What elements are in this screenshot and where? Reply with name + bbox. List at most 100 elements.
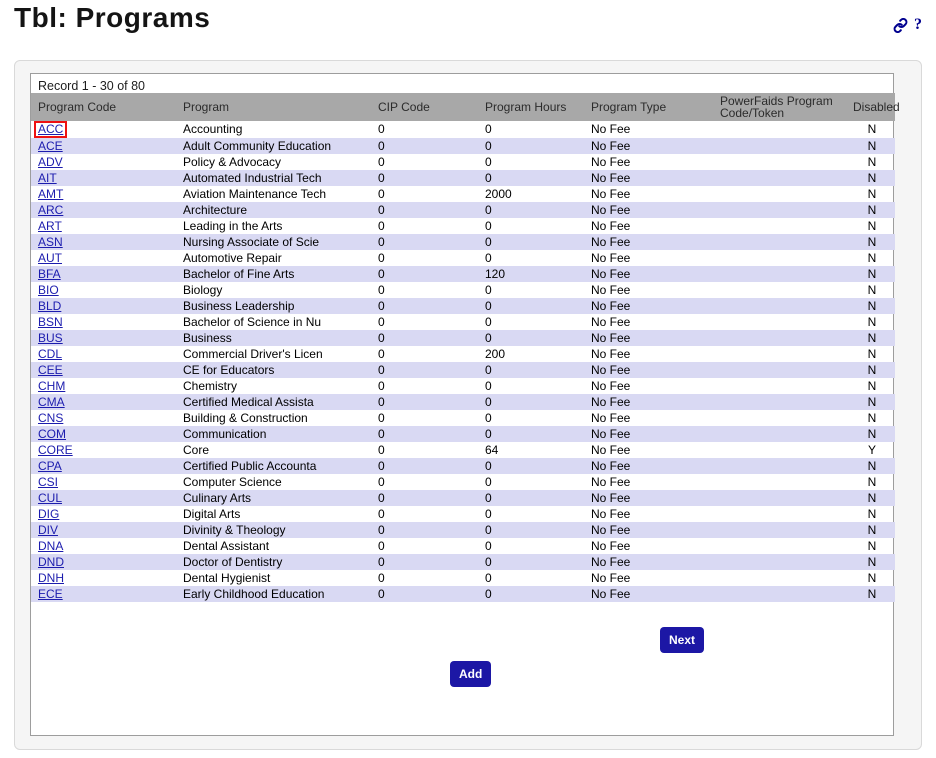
program-code-link[interactable]: DNH bbox=[38, 571, 64, 585]
add-button[interactable]: Add bbox=[450, 661, 491, 687]
next-button[interactable]: Next bbox=[660, 627, 704, 653]
cell-cip: 0 bbox=[371, 442, 478, 458]
cell-hours: 2000 bbox=[478, 186, 584, 202]
program-code-link[interactable]: ASN bbox=[38, 235, 63, 249]
program-code-link[interactable]: COM bbox=[38, 427, 66, 441]
help-icon[interactable]: ? bbox=[914, 16, 922, 34]
cell-hours: 0 bbox=[478, 298, 584, 314]
cell-cip: 0 bbox=[371, 121, 478, 138]
program-code-link[interactable]: CMA bbox=[38, 395, 65, 409]
cell-program: Bachelor of Science in Nu bbox=[176, 314, 371, 330]
cell-disabled: N bbox=[846, 506, 895, 522]
cell-powerfaids bbox=[713, 426, 846, 442]
cell-disabled: N bbox=[846, 490, 895, 506]
cell-code: CUL bbox=[31, 490, 176, 506]
program-code-link[interactable]: ADV bbox=[38, 155, 63, 169]
cell-hours: 0 bbox=[478, 330, 584, 346]
cell-program: Culinary Arts bbox=[176, 490, 371, 506]
cell-powerfaids bbox=[713, 570, 846, 586]
cell-program: Biology bbox=[176, 282, 371, 298]
cell-powerfaids bbox=[713, 154, 846, 170]
program-code-link[interactable]: DIV bbox=[38, 523, 58, 537]
table-row: CDLCommercial Driver's Licen0200No FeeN bbox=[31, 346, 895, 362]
program-code-link[interactable]: ECE bbox=[38, 587, 63, 601]
program-code-link[interactable]: BSN bbox=[38, 315, 63, 329]
program-code-link[interactable]: AIT bbox=[38, 171, 57, 185]
cell-program: Digital Arts bbox=[176, 506, 371, 522]
program-code-link[interactable]: BFA bbox=[38, 267, 61, 281]
program-code-link[interactable]: CUL bbox=[38, 491, 62, 505]
cell-type: No Fee bbox=[584, 282, 713, 298]
cell-disabled: N bbox=[846, 458, 895, 474]
program-code-link[interactable]: CHM bbox=[38, 379, 65, 393]
cell-hours: 0 bbox=[478, 538, 584, 554]
cell-program: Policy & Advocacy bbox=[176, 154, 371, 170]
cell-code: ACC bbox=[31, 121, 176, 138]
cell-hours: 0 bbox=[478, 410, 584, 426]
cell-code: BSN bbox=[31, 314, 176, 330]
program-code-link[interactable]: CSI bbox=[38, 475, 58, 489]
cell-type: No Fee bbox=[584, 570, 713, 586]
program-code-link[interactable]: ACC bbox=[38, 122, 63, 136]
cell-type: No Fee bbox=[584, 458, 713, 474]
cell-hours: 0 bbox=[478, 202, 584, 218]
program-code-link[interactable]: AMT bbox=[38, 187, 63, 201]
cell-program: CE for Educators bbox=[176, 362, 371, 378]
cell-powerfaids bbox=[713, 218, 846, 234]
cell-powerfaids bbox=[713, 186, 846, 202]
program-code-link[interactable]: DND bbox=[38, 555, 64, 569]
cell-disabled: N bbox=[846, 170, 895, 186]
cell-code: CMA bbox=[31, 394, 176, 410]
cell-type: No Fee bbox=[584, 186, 713, 202]
cell-type: No Fee bbox=[584, 170, 713, 186]
cell-hours: 0 bbox=[478, 570, 584, 586]
program-code-link[interactable]: CORE bbox=[38, 443, 73, 457]
cell-hours: 0 bbox=[478, 586, 584, 602]
program-code-link[interactable]: ARC bbox=[38, 203, 63, 217]
cell-disabled: N bbox=[846, 234, 895, 250]
cell-disabled: N bbox=[846, 202, 895, 218]
cell-code: BFA bbox=[31, 266, 176, 282]
cell-powerfaids bbox=[713, 522, 846, 538]
cell-powerfaids bbox=[713, 394, 846, 410]
program-code-link[interactable]: BLD bbox=[38, 299, 61, 313]
cell-cip: 0 bbox=[371, 186, 478, 202]
table-row: DIGDigital Arts00No FeeN bbox=[31, 506, 895, 522]
program-code-link[interactable]: CNS bbox=[38, 411, 63, 425]
cell-cip: 0 bbox=[371, 138, 478, 154]
program-code-link[interactable]: DNA bbox=[38, 539, 63, 553]
cell-program: Building & Construction bbox=[176, 410, 371, 426]
cell-powerfaids bbox=[713, 554, 846, 570]
link-icon[interactable] bbox=[893, 18, 908, 33]
program-code-link[interactable]: AUT bbox=[38, 251, 62, 265]
cell-type: No Fee bbox=[584, 394, 713, 410]
cell-hours: 0 bbox=[478, 138, 584, 154]
table-row: BFABachelor of Fine Arts0120No FeeN bbox=[31, 266, 895, 282]
program-code-link[interactable]: DIG bbox=[38, 507, 59, 521]
column-header: Disabled bbox=[846, 93, 895, 121]
program-code-link[interactable]: BIO bbox=[38, 283, 59, 297]
cell-powerfaids bbox=[713, 586, 846, 602]
cell-cip: 0 bbox=[371, 522, 478, 538]
program-code-link[interactable]: CPA bbox=[38, 459, 62, 473]
program-code-link[interactable]: ART bbox=[38, 219, 62, 233]
cell-cip: 0 bbox=[371, 586, 478, 602]
cell-disabled: N bbox=[846, 554, 895, 570]
record-count: Record 1 - 30 of 80 bbox=[31, 74, 893, 93]
cell-cip: 0 bbox=[371, 570, 478, 586]
cell-cip: 0 bbox=[371, 234, 478, 250]
cell-program: Divinity & Theology bbox=[176, 522, 371, 538]
table-row: ASNNursing Associate of Scie00No FeeN bbox=[31, 234, 895, 250]
cell-hours: 0 bbox=[478, 121, 584, 138]
cell-hours: 0 bbox=[478, 490, 584, 506]
table-row: ARCArchitecture00No FeeN bbox=[31, 202, 895, 218]
program-code-link[interactable]: CEE bbox=[38, 363, 63, 377]
program-code-link[interactable]: CDL bbox=[38, 347, 62, 361]
cell-type: No Fee bbox=[584, 121, 713, 138]
cell-powerfaids bbox=[713, 474, 846, 490]
program-code-link[interactable]: BUS bbox=[38, 331, 63, 345]
column-header: Program Code bbox=[31, 93, 176, 121]
cell-program: Architecture bbox=[176, 202, 371, 218]
cell-code: ACE bbox=[31, 138, 176, 154]
program-code-link[interactable]: ACE bbox=[38, 139, 63, 153]
